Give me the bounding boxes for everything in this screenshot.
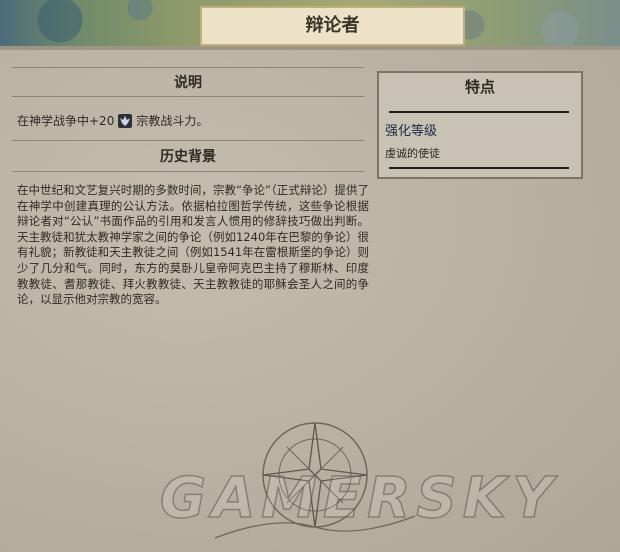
- effect-suffix: 宗教战斗力。: [136, 114, 209, 128]
- unit-info-page: 辩论者 说明 在神学战争中+20 宗教战斗力。 历史背景 在中世纪和文艺复兴时期…: [0, 0, 620, 552]
- trait-description: 虔诚的使徒: [385, 147, 440, 160]
- divider: [12, 67, 364, 68]
- effect-line: 在神学战争中+20 宗教战斗力。: [17, 112, 208, 129]
- header-banner: 辩论者: [0, 0, 620, 50]
- description-heading: 说明: [174, 75, 202, 91]
- page-title: 辩论者: [200, 6, 465, 46]
- divider: [12, 171, 364, 172]
- history-text: 在中世纪和文艺复兴时期的多数时间，宗教“争论”（正式辩论）提供了在神学中创建真理…: [17, 183, 369, 307]
- header-divider: [0, 46, 620, 50]
- effect-prefix: 在神学战争中+20: [17, 114, 115, 128]
- divider: [12, 140, 364, 141]
- history-heading: 历史背景: [160, 149, 216, 165]
- trait-name[interactable]: 强化等级: [385, 120, 437, 139]
- traits-divider: [389, 167, 569, 169]
- traits-panel: 特点 强化等级 虔诚的使徒: [377, 71, 583, 179]
- religion-strength-icon: [118, 113, 133, 128]
- traits-heading: 特点: [464, 78, 495, 96]
- watermark-text: GAMERSKY: [159, 465, 559, 532]
- traits-divider: [389, 111, 569, 113]
- divider: [12, 96, 364, 97]
